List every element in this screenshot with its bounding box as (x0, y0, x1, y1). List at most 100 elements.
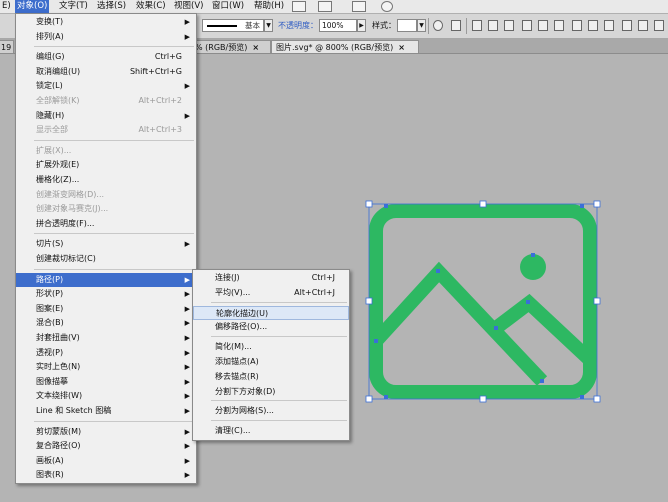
menu-type[interactable]: 文字(T) (59, 0, 88, 13)
align-bottom-icon[interactable] (554, 20, 564, 31)
opacity-dropdown-arrow[interactable]: ▶ (357, 19, 366, 32)
tab-partial[interactable]: 19 (0, 40, 14, 53)
object-menu-item-31[interactable]: 剪切蒙版(M) ▶ (16, 425, 196, 439)
object-menu-item-11[interactable]: 扩展外观(E) (16, 158, 196, 172)
submenu-arrow-icon: ▶ (184, 456, 190, 465)
menu-item-label: 分割下方对象(D) (215, 386, 276, 396)
object-menu-item-17[interactable]: 切片(S) ▶ (16, 237, 196, 251)
object-menu-item-5[interactable]: 锁定(L) ▶ (16, 79, 196, 93)
menu-object[interactable]: 对象(O) (15, 0, 50, 13)
distribute-left-icon[interactable] (622, 20, 632, 31)
icon-strokes (369, 204, 597, 399)
anchor-point (436, 269, 440, 273)
menu-select[interactable]: 选择(S) (97, 0, 126, 13)
style-dropdown-arrow[interactable]: ▼ (417, 19, 426, 32)
align-right-icon[interactable] (504, 20, 514, 31)
path-submenu-item-4[interactable]: 偏移路径(O)... (193, 320, 349, 334)
menu-item-shortcut: Shift+Ctrl+G (129, 66, 182, 76)
recolor-artwork-icon[interactable] (433, 20, 443, 31)
submenu-arrow-icon: ▶ (184, 392, 190, 401)
object-menu-item-24[interactable]: 封套扭曲(V) ▶ (16, 331, 196, 345)
object-menu-item-34[interactable]: 图表(R) ▶ (16, 468, 196, 482)
menu-separator (34, 46, 194, 48)
stroke-profile-select[interactable]: 基本 (202, 19, 264, 32)
toolbar-separator (466, 18, 467, 34)
tab-document-2[interactable]: 图片.svg* @ 800% (RGB/预览) × (271, 40, 419, 53)
menu-item-label: 实时上色(N) (36, 362, 81, 372)
menu-help[interactable]: 帮助(H) (254, 0, 284, 13)
path-submenu-item-3[interactable]: 轮廓化描边(U) (193, 305, 349, 320)
resize-handle (365, 200, 373, 208)
bridge-icon[interactable] (292, 1, 306, 12)
object-menu-item-21[interactable]: 形状(P) ▶ (16, 287, 196, 301)
graphic-style-swatch[interactable] (397, 19, 417, 32)
menu-item-shortcut: Ctrl+G (154, 52, 182, 62)
object-menu-item-27[interactable]: 图像描摹 ▶ (16, 375, 196, 389)
opacity-label[interactable]: 不透明度： (278, 19, 318, 32)
object-menu-item-26[interactable]: 实时上色(N) ▶ (16, 360, 196, 374)
object-menu-item-0[interactable]: 变换(T) ▶ (16, 15, 196, 29)
menu-item-label: 隐藏(H) (36, 110, 65, 120)
distribute-right-icon[interactable] (654, 20, 664, 31)
object-menu-item-1[interactable]: 排列(A) ▶ (16, 30, 196, 44)
object-menu-item-4[interactable]: 取消编组(U) Shift+Ctrl+G (16, 65, 196, 79)
align-vertical-center-icon[interactable] (538, 20, 548, 31)
menu-effect[interactable]: 效果(C) (136, 0, 166, 13)
menu-window[interactable]: 窗口(W) (212, 0, 244, 13)
menu-item-shortcut: Alt+Ctrl+2 (138, 96, 182, 105)
gpu-performance-icon[interactable] (381, 1, 393, 12)
object-menu-item-32[interactable]: 复合路径(O) ▶ (16, 439, 196, 453)
distribute-bottom-icon[interactable] (604, 20, 614, 31)
object-menu-item-20[interactable]: 路径(P) ▶ (16, 272, 196, 287)
object-menu-item-33[interactable]: 画板(A) ▶ (16, 454, 196, 468)
object-menu-item-22[interactable]: 图案(E) ▶ (16, 302, 196, 316)
path-submenu-item-8[interactable]: 移去锚点(R) (193, 370, 349, 384)
resize-handle (593, 395, 601, 403)
toolbar-separator (428, 18, 429, 34)
distribute-center-icon[interactable] (588, 20, 598, 31)
menu-item-label: 图案(E) (36, 303, 64, 313)
object-menu-item-23[interactable]: 混合(B) ▶ (16, 316, 196, 330)
submenu-arrow-icon: ▶ (184, 240, 190, 249)
object-menu-item-28[interactable]: 文本绕排(W) ▶ (16, 389, 196, 403)
path-submenu-item-13[interactable]: 清理(C)... (193, 424, 349, 438)
align-top-icon[interactable] (522, 20, 532, 31)
object-menu-item-25[interactable]: 透视(P) ▶ (16, 346, 196, 360)
distribute-horizontal-icon[interactable] (638, 20, 648, 31)
close-icon[interactable]: × (252, 43, 259, 52)
close-icon[interactable]: × (398, 43, 405, 52)
submenu-arrow-icon: ▶ (184, 319, 190, 328)
object-menu-item-7[interactable]: 隐藏(H) ▶ (16, 109, 196, 123)
arrange-documents-icon[interactable] (352, 1, 366, 12)
path-submenu-item-7[interactable]: 添加锚点(A) (193, 355, 349, 369)
align-horizontal-center-icon[interactable] (488, 20, 498, 31)
stroke-dropdown-arrow[interactable]: ▼ (264, 19, 273, 32)
menu-item-label: 创建裁切标记(C) (36, 254, 96, 263)
align-left-icon[interactable] (472, 20, 482, 31)
menu-item-label: 编组(G) (36, 52, 65, 62)
path-submenu-item-11[interactable]: 分割为网格(S)... (193, 404, 349, 418)
distribute-top-icon[interactable] (572, 20, 582, 31)
menu-item-label: 透视(P) (36, 347, 64, 357)
image-icon[interactable] (360, 195, 610, 410)
path-submenu-item-6[interactable]: 简化(M)... (193, 340, 349, 354)
tab-document-1[interactable]: % (RGB/预览) × (190, 40, 271, 53)
anchor-point (384, 204, 388, 208)
opacity-input[interactable]: 100% (319, 19, 357, 32)
resize-handle (593, 200, 601, 208)
menu-item-label: 文本绕排(W) (36, 391, 83, 401)
menu-edit[interactable]: E) (2, 0, 11, 13)
path-submenu-item-1[interactable]: 平均(V)... Alt+Ctrl+J (193, 286, 349, 300)
align-to-icon[interactable] (451, 20, 461, 31)
path-submenu-item-0[interactable]: 连接(J) Ctrl+J (193, 271, 349, 285)
menu-view[interactable]: 视图(V) (174, 0, 203, 13)
object-menu-item-18[interactable]: 创建裁切标记(C) (16, 252, 196, 266)
menu-item-label: 显示全部 (36, 125, 68, 135)
path-submenu-item-9[interactable]: 分割下方对象(D) (193, 385, 349, 399)
stock-icon[interactable] (318, 1, 332, 12)
object-menu-item-15[interactable]: 拼合透明度(F)... (16, 217, 196, 231)
menu-item-label: 创建对象马赛克(J)... (36, 204, 109, 214)
object-menu-item-3[interactable]: 编组(G) Ctrl+G (16, 50, 196, 64)
object-menu-item-29[interactable]: Line 和 Sketch 图稿 ▶ (16, 404, 196, 418)
object-menu-item-12[interactable]: 栅格化(Z)... (16, 173, 196, 187)
